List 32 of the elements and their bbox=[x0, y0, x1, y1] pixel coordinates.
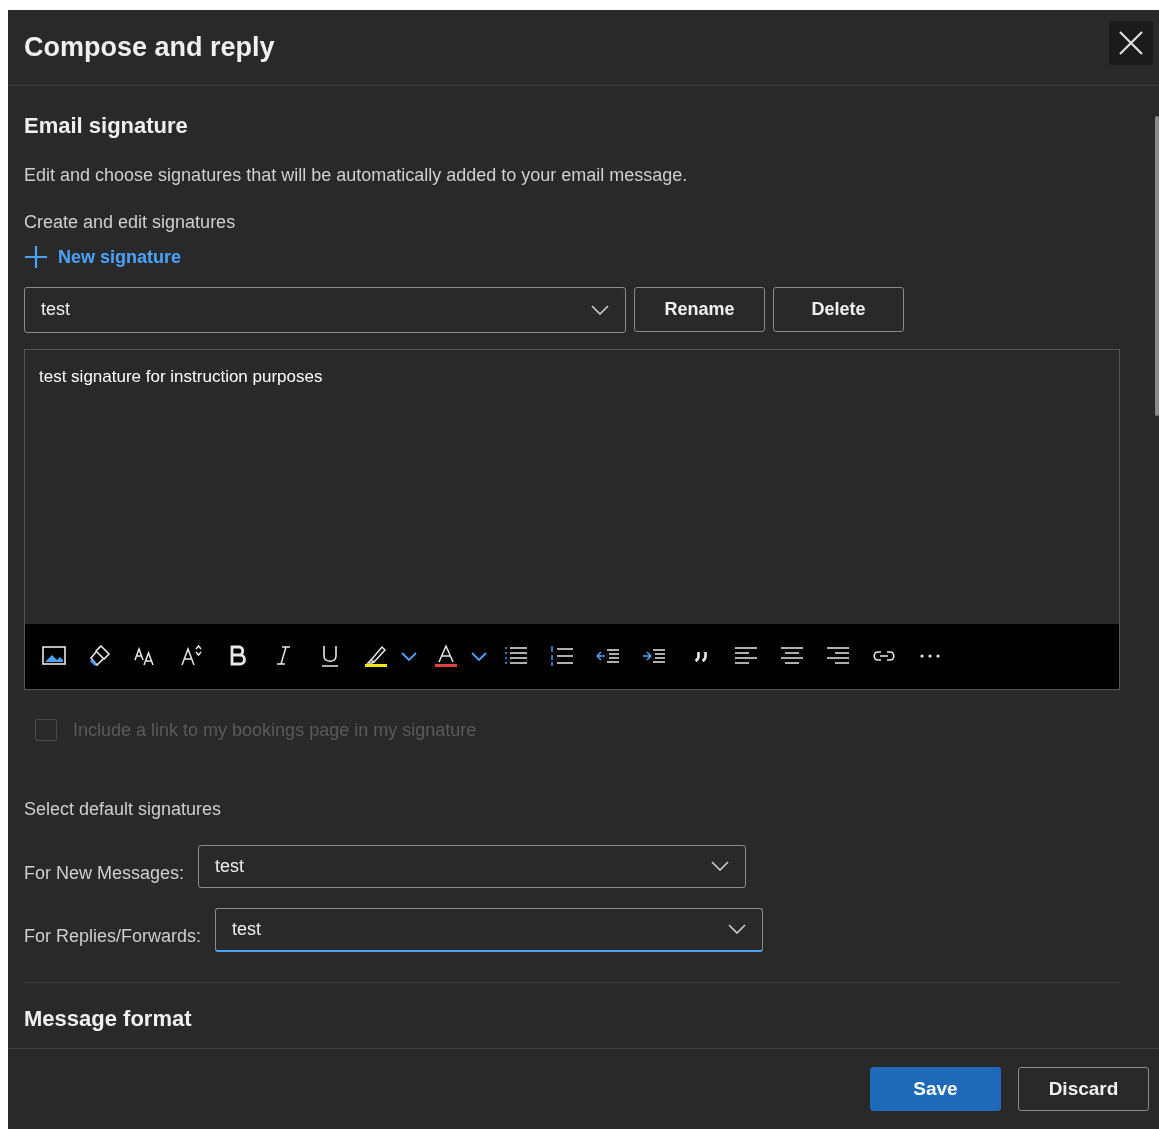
scrollbar-thumb[interactable] bbox=[1155, 116, 1159, 416]
subheading-text: Create and edit signatures bbox=[24, 210, 237, 234]
description-text: Edit and choose signatures that will be automatically added to your email message. bbox=[24, 163, 689, 187]
chevron-down-icon bbox=[401, 651, 417, 661]
discard-button[interactable]: Discard bbox=[1018, 1067, 1149, 1111]
field-label: For Replies/Forwards: bbox=[24, 925, 202, 948]
chevron-down-icon bbox=[711, 861, 730, 871]
signature-dropdown[interactable]: test bbox=[215, 907, 764, 952]
signature-dropdown[interactable]: test bbox=[24, 286, 626, 333]
close-button[interactable] bbox=[1109, 20, 1153, 65]
plus-icon bbox=[24, 245, 48, 269]
highlighter-icon bbox=[363, 643, 389, 669]
font-color-icon bbox=[433, 643, 459, 669]
signature-text: test signature for instruction purposes bbox=[38, 365, 324, 388]
chevron-down-icon bbox=[591, 304, 609, 315]
chevron-down-icon bbox=[471, 651, 487, 661]
chevron-down-icon bbox=[728, 924, 747, 934]
section-heading: Email signature bbox=[24, 112, 189, 140]
action-button[interactable]: Delete bbox=[773, 286, 904, 332]
field-label: For New Messages: bbox=[24, 861, 185, 885]
subheading-text: Select default signatures bbox=[24, 797, 223, 821]
dialog-title: Compose and reply bbox=[24, 31, 275, 64]
new-signature-link[interactable]: New signature bbox=[24, 243, 182, 271]
save-button[interactable]: Save bbox=[870, 1067, 1001, 1111]
close-icon bbox=[1118, 29, 1144, 56]
more-icon bbox=[920, 654, 940, 658]
section-heading: Message format bbox=[24, 1004, 193, 1032]
signature-dropdown[interactable]: test bbox=[198, 844, 747, 888]
action-button[interactable]: Rename bbox=[634, 286, 765, 332]
numbered-list-icon bbox=[549, 643, 575, 669]
signature-editor[interactable]: test signature for instruction purposes bbox=[24, 348, 1120, 690]
quote-icon bbox=[693, 650, 707, 662]
